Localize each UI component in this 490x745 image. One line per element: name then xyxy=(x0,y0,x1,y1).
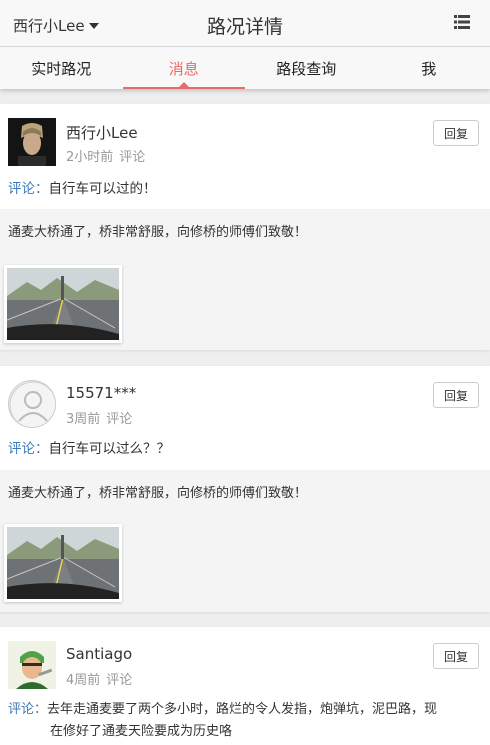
comment-separator: ： xyxy=(34,702,48,717)
reply-button[interactable]: 回复 xyxy=(433,382,479,408)
quoted-post-text: 通麦大桥通了，桥非常舒服，向修桥的师傅们致敬！ xyxy=(8,486,308,501)
username[interactable]: 15571*** xyxy=(66,384,136,402)
post-image[interactable] xyxy=(4,524,122,602)
tab-label: 我 xyxy=(421,59,437,78)
list-icon[interactable] xyxy=(454,15,470,29)
quoted-post[interactable]: 通麦大桥通了，桥非常舒服，向修桥的师傅们致敬！ xyxy=(0,470,490,612)
comment-body-line2: 在修好了通麦天险要成为历史咯 xyxy=(50,724,233,739)
reply-button[interactable]: 回复 xyxy=(433,120,479,146)
tab-bar: 实时路况 消息 路段查询 我 xyxy=(0,47,490,89)
username[interactable]: 西行小Lee xyxy=(66,122,138,143)
message-card: 西行小Lee 2小时前 评论 回复 评论：自行车可以过的！ 通麦大桥通了，桥非常舒… xyxy=(0,104,490,350)
comment-text: 评论：自行车可以过的！ xyxy=(8,178,480,200)
tab-label: 实时路况 xyxy=(31,59,92,78)
message-card: 15571*** 3周前 评论 回复 评论：自行车可以过么？？ 通麦大桥通了，桥非… xyxy=(0,366,490,612)
message-card: Santiago 4周前 评论 回复 评论：去年走通麦要了两个多小时，路烂的令人发… xyxy=(0,627,490,745)
post-image[interactable] xyxy=(4,265,122,343)
comment-body-line1: 去年走通麦要了两个多小时，路烂的令人发指，炮弹坑，泥巴路，现 xyxy=(47,702,438,717)
quoted-post-text: 通麦大桥通了，桥非常舒服，向修桥的师傅们致敬！ xyxy=(8,225,308,240)
post-meta: 3周前 评论 xyxy=(66,408,138,427)
avatar[interactable] xyxy=(8,380,56,428)
username[interactable]: Santiago xyxy=(66,645,132,663)
comment-separator: ： xyxy=(35,441,49,457)
post-meta: 4周前 评论 xyxy=(66,669,138,688)
tab-road-query[interactable]: 路段查询 xyxy=(245,47,368,89)
tab-label: 路段查询 xyxy=(276,59,337,78)
comment-label: 评论 xyxy=(8,441,35,457)
post-time: 2小时前 xyxy=(66,150,114,165)
post-time: 3周前 xyxy=(66,412,101,427)
header-bar: 西行小Lee 路况详情 xyxy=(0,0,490,47)
tab-me[interactable]: 我 xyxy=(368,47,490,89)
tab-realtime[interactable]: 实时路况 xyxy=(0,47,123,89)
reply-button[interactable]: 回复 xyxy=(433,643,479,669)
post-meta: 2小时前 评论 xyxy=(66,146,151,165)
post-type: 评论 xyxy=(106,412,133,427)
tab-messages[interactable]: 消息 xyxy=(122,47,246,89)
tab-label: 消息 xyxy=(168,59,199,78)
post-type: 评论 xyxy=(106,673,133,688)
comment-body: 自行车可以过的！ xyxy=(48,181,157,197)
avatar[interactable] xyxy=(8,641,56,689)
quoted-post[interactable]: 通麦大桥通了，桥非常舒服，向修桥的师傅们致敬！ xyxy=(0,209,490,350)
page-title: 路况详情 xyxy=(206,16,283,38)
comment-body: 自行车可以过么？？ xyxy=(48,441,171,457)
post-time: 4周前 xyxy=(66,673,101,688)
comment-separator: ： xyxy=(35,181,49,197)
comment-text: 评论：去年走通麦要了两个多小时，路烂的令人发指，炮弹坑，泥巴路，现 在修好了通麦… xyxy=(8,699,480,743)
comment-label: 评论 xyxy=(8,181,35,197)
avatar[interactable] xyxy=(8,118,56,166)
post-type: 评论 xyxy=(119,150,146,165)
comment-text: 评论：自行车可以过么？？ xyxy=(8,438,480,460)
comment-label: 评论 xyxy=(8,702,35,717)
